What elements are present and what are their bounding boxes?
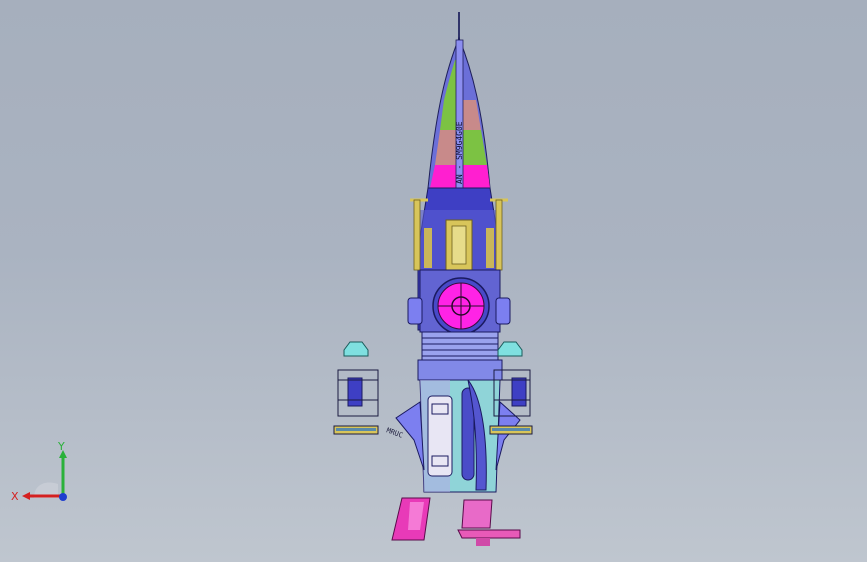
nozzle-legs[interactable]: [391, 497, 521, 546]
x-axis-label: X: [11, 490, 19, 503]
left-side-assembly[interactable]: [333, 341, 379, 435]
side-label: MRUC: [385, 426, 404, 439]
lower-body[interactable]: [419, 379, 501, 493]
ribbed-ring[interactable]: [417, 331, 503, 381]
nose-cone[interactable]: AN - SM9G4G0E: [427, 36, 491, 189]
cad-graphics-viewport[interactable]: AN - SM9G4G0E MRUC X Y: [0, 0, 867, 562]
axis-triad: X Y: [11, 440, 67, 503]
nose-label: AN - SM9G4G0E: [455, 121, 464, 184]
z-axis-dot: [59, 493, 67, 501]
rocket-3d-model[interactable]: AN - SM9G4G0E MRUC: [0, 0, 867, 562]
y-axis-label: Y: [57, 440, 65, 453]
porthole-section[interactable]: [407, 269, 511, 335]
